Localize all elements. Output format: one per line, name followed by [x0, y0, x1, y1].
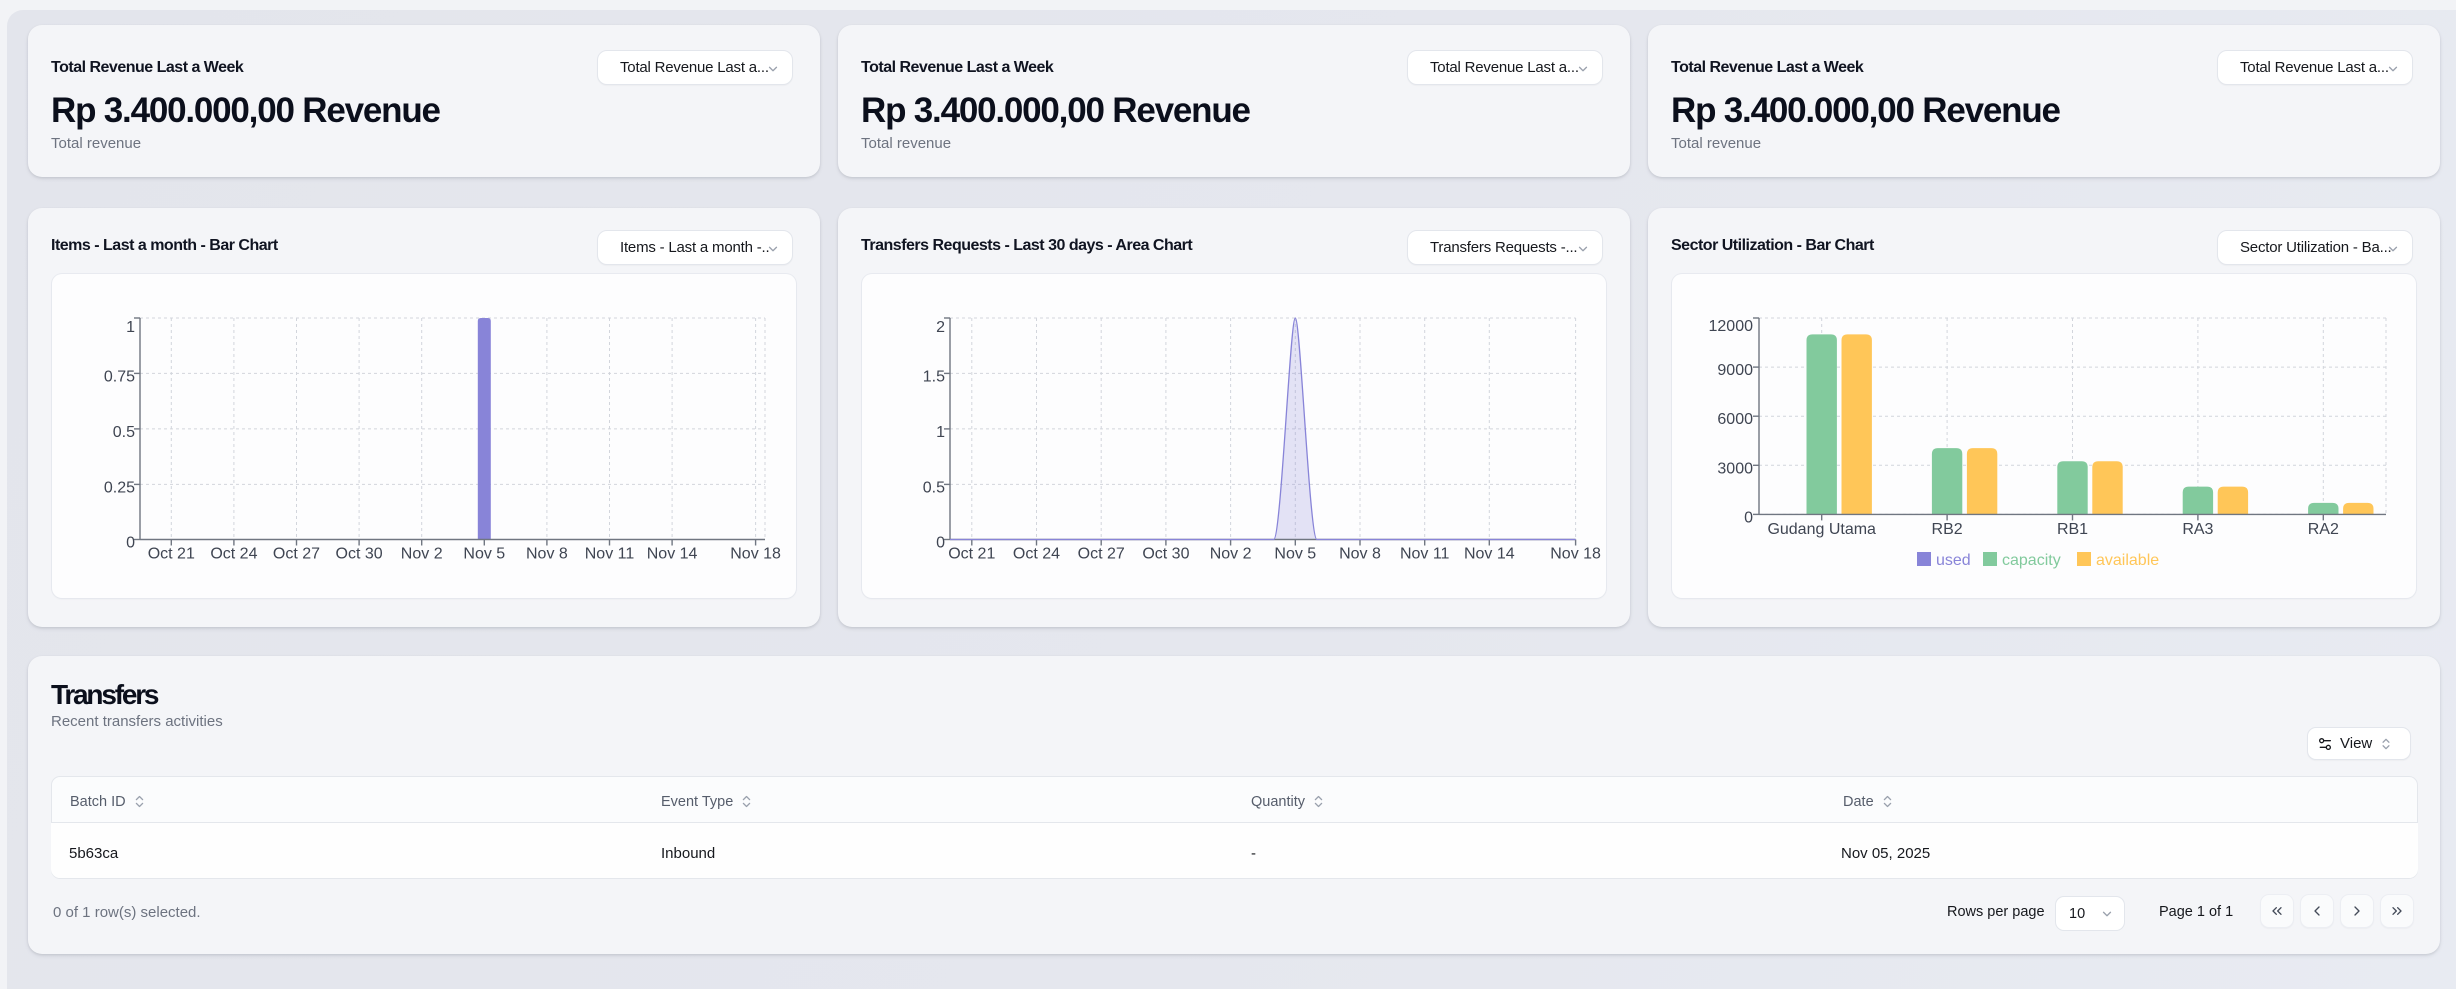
svg-text:Nov 14: Nov 14 [1464, 546, 1515, 563]
svg-text:0: 0 [936, 535, 945, 552]
svg-text:Oct 24: Oct 24 [1013, 546, 1060, 563]
svg-text:Nov 2: Nov 2 [1210, 546, 1252, 563]
svg-text:2: 2 [936, 319, 945, 336]
svg-text:1: 1 [126, 319, 135, 336]
svg-text:used: used [1936, 552, 1971, 569]
svg-text:Nov 11: Nov 11 [1400, 546, 1450, 563]
svg-text:RB1: RB1 [2057, 521, 2088, 538]
svg-text:3000: 3000 [1717, 460, 1753, 477]
svg-text:0: 0 [1744, 509, 1753, 526]
svg-text:RB2: RB2 [1932, 521, 1963, 538]
svg-text:capacity: capacity [2002, 552, 2061, 569]
svg-text:Oct 27: Oct 27 [1078, 546, 1125, 563]
svg-text:available: available [2096, 552, 2159, 569]
svg-text:0.5: 0.5 [923, 479, 945, 496]
svg-text:9000: 9000 [1717, 362, 1753, 379]
svg-text:RA2: RA2 [2308, 521, 2339, 538]
svg-text:Nov 8: Nov 8 [1339, 546, 1381, 563]
svg-text:0.75: 0.75 [104, 368, 135, 385]
svg-text:Nov 18: Nov 18 [730, 546, 781, 563]
svg-text:Oct 21: Oct 21 [948, 546, 995, 563]
svg-text:Nov 18: Nov 18 [1550, 546, 1601, 563]
svg-text:Nov 14: Nov 14 [647, 546, 698, 563]
svg-text:12000: 12000 [1709, 318, 1754, 335]
svg-text:6000: 6000 [1717, 411, 1753, 428]
svg-text:Nov 2: Nov 2 [401, 546, 443, 563]
svg-text:Oct 27: Oct 27 [273, 546, 320, 563]
svg-text:1: 1 [936, 424, 945, 441]
svg-text:Nov 8: Nov 8 [526, 546, 568, 563]
svg-text:Oct 30: Oct 30 [336, 546, 383, 563]
svg-text:Gudang Utama: Gudang Utama [1767, 521, 1876, 538]
svg-text:RA3: RA3 [2182, 521, 2213, 538]
svg-text:0: 0 [126, 535, 135, 552]
svg-text:Nov 5: Nov 5 [1274, 546, 1316, 563]
svg-text:Nov 11: Nov 11 [585, 546, 635, 563]
svg-text:1.5: 1.5 [923, 368, 945, 385]
svg-text:Oct 21: Oct 21 [148, 546, 195, 563]
svg-text:0.5: 0.5 [113, 424, 135, 441]
svg-text:Oct 30: Oct 30 [1142, 546, 1189, 563]
svg-text:Oct 24: Oct 24 [210, 546, 257, 563]
svg-text:Nov 5: Nov 5 [463, 546, 505, 563]
svg-text:0.25: 0.25 [104, 479, 135, 496]
